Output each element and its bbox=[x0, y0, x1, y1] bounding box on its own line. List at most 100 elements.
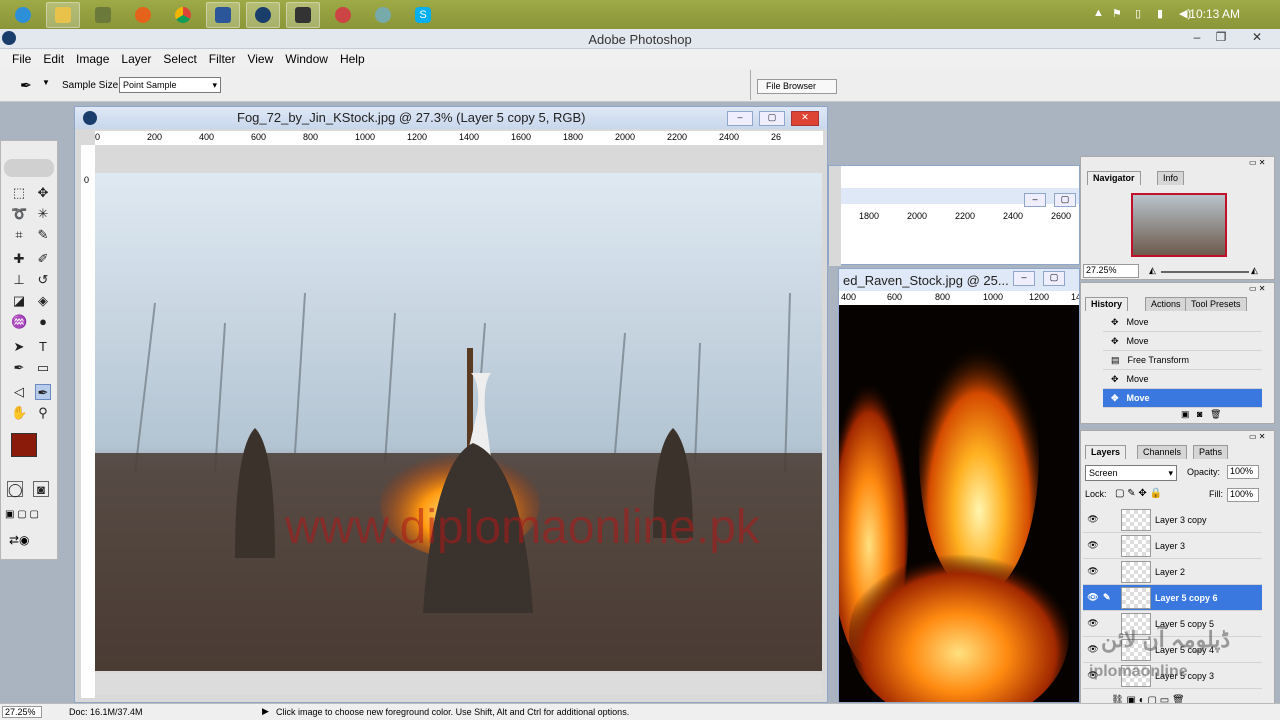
eye-icon[interactable]: 👁 bbox=[1083, 592, 1103, 603]
doc1-close-icon[interactable]: ✕ bbox=[791, 111, 819, 126]
device-icon[interactable]: ▯ bbox=[1135, 7, 1141, 20]
history-item[interactable]: ▤ Free Transform bbox=[1103, 351, 1262, 370]
brush-link-icon[interactable]: ✎ bbox=[1103, 592, 1117, 603]
standard-mode-icon[interactable]: ◯ bbox=[7, 481, 23, 497]
calculator-taskbar-icon[interactable] bbox=[86, 2, 120, 28]
history-item[interactable]: ✥ Move bbox=[1103, 370, 1262, 389]
panel-minimize-icon[interactable]: ▭ ✕ bbox=[1249, 432, 1265, 441]
tab-paths[interactable]: Paths bbox=[1193, 445, 1229, 459]
doc3-maximize-icon[interactable]: ▢ bbox=[1043, 271, 1065, 286]
tab-layers[interactable]: Layers bbox=[1085, 445, 1127, 459]
doc2-maximize-icon[interactable]: ▢ bbox=[1054, 193, 1076, 207]
eye-icon[interactable]: 👁 bbox=[1083, 644, 1103, 655]
menu-window[interactable]: Window bbox=[279, 52, 334, 66]
eyedropper-tool-icon[interactable]: ✒ bbox=[35, 384, 51, 400]
menu-view[interactable]: View bbox=[241, 52, 279, 66]
tab-tool-presets[interactable]: Tool Presets bbox=[1185, 297, 1247, 311]
eye-icon[interactable]: 👁 bbox=[1083, 566, 1103, 577]
clock[interactable]: 10:13 AM bbox=[1189, 7, 1240, 21]
screen-mode-icons[interactable]: ▣ ▢ ▢ bbox=[5, 509, 39, 520]
layer-row[interactable]: 👁 Layer 3 copy bbox=[1083, 507, 1262, 533]
history-item-selected[interactable]: ✥ Move bbox=[1103, 389, 1262, 408]
brush-tool-icon[interactable]: ✐ bbox=[35, 251, 51, 267]
menu-select[interactable]: Select bbox=[157, 52, 202, 66]
zoom-slider[interactable] bbox=[1161, 271, 1249, 273]
tab-actions[interactable]: Actions bbox=[1145, 297, 1187, 311]
status-zoom-field[interactable]: 27.25% bbox=[2, 706, 42, 718]
fire-image[interactable] bbox=[839, 305, 1080, 703]
layer-row-selected[interactable]: 👁 ✎ Layer 5 copy 6 bbox=[1083, 585, 1262, 611]
document-window-3[interactable]: ed_Raven_Stock.jpg @ 25... 400 600 800 1… bbox=[838, 268, 1080, 703]
explorer-taskbar-icon[interactable] bbox=[46, 1, 80, 28]
network-icon[interactable]: ▮ bbox=[1157, 7, 1163, 20]
fill-field[interactable]: 100% bbox=[1227, 488, 1259, 502]
chevron-right-icon[interactable]: ▶ bbox=[262, 706, 269, 717]
crop-tool-icon[interactable]: ⌗ bbox=[11, 227, 27, 243]
type-tool-icon[interactable]: T bbox=[35, 339, 51, 355]
firefox-taskbar-icon[interactable] bbox=[126, 2, 160, 28]
chrome-taskbar-icon[interactable] bbox=[166, 2, 200, 28]
menu-edit[interactable]: Edit bbox=[37, 52, 70, 66]
zoom-tool-icon[interactable]: ⚲ bbox=[35, 405, 51, 421]
quick-mask-icon[interactable]: ◙ bbox=[33, 481, 49, 497]
zoom-in-icon[interactable]: ◭ bbox=[1251, 265, 1258, 276]
tab-navigator[interactable]: Navigator bbox=[1087, 171, 1141, 185]
opacity-field[interactable]: 100% bbox=[1227, 465, 1259, 479]
media-taskbar-icon[interactable] bbox=[366, 2, 400, 28]
zoom-out-icon[interactable]: ◭ bbox=[1149, 265, 1156, 276]
eye-icon[interactable]: 👁 bbox=[1083, 514, 1103, 525]
skype-taskbar-icon[interactable]: S bbox=[406, 2, 440, 28]
layer-row[interactable]: 👁 Layer 3 bbox=[1083, 533, 1262, 559]
eye-icon[interactable]: 👁 bbox=[1083, 618, 1103, 629]
doc1-maximize-icon[interactable]: ▢ bbox=[759, 111, 785, 126]
lasso-tool-icon[interactable]: ➰ bbox=[11, 206, 27, 222]
navigator-zoom-field[interactable]: 27.25% bbox=[1083, 264, 1139, 278]
panel-minimize-icon[interactable]: ▭ ✕ bbox=[1249, 158, 1265, 167]
minimize-icon[interactable]: – bbox=[1186, 30, 1208, 47]
paint-taskbar-icon[interactable] bbox=[326, 2, 360, 28]
photoshop-taskbar-icon[interactable] bbox=[246, 1, 280, 28]
chevron-up-icon[interactable]: ▲ bbox=[1093, 7, 1104, 19]
forest-fire-image[interactable]: www.diplomaonline.pk bbox=[95, 173, 822, 671]
doc2-minimize-icon[interactable]: – bbox=[1024, 193, 1046, 207]
stamp-tool-icon[interactable]: ⊥ bbox=[11, 272, 27, 288]
word-taskbar-icon[interactable] bbox=[206, 1, 240, 28]
history-brush-icon[interactable]: ↺ bbox=[35, 272, 51, 288]
eye-icon[interactable]: 👁 bbox=[1083, 540, 1103, 551]
lock-icons[interactable]: ▢ ✎ ✥ 🔒 bbox=[1115, 488, 1162, 499]
slice-tool-icon[interactable]: ✎ bbox=[35, 227, 51, 243]
jump-to-imageready-icon[interactable]: ⇄◉ bbox=[9, 533, 30, 547]
dodge-tool-icon[interactable]: ● bbox=[35, 314, 51, 330]
layer-row[interactable]: 👁 Layer 2 bbox=[1083, 559, 1262, 585]
file-browser-tab[interactable]: File Browser bbox=[757, 79, 837, 94]
flag-icon[interactable]: ⚑ bbox=[1112, 7, 1122, 20]
panel-minimize-icon[interactable]: ▭ ✕ bbox=[1249, 284, 1265, 293]
doc1-minimize-icon[interactable]: – bbox=[727, 111, 753, 126]
shape-tool-icon[interactable]: ▭ bbox=[35, 360, 51, 376]
history-item[interactable]: ✥ Move bbox=[1103, 332, 1262, 351]
menu-help[interactable]: Help bbox=[334, 52, 371, 66]
navigator-preview[interactable] bbox=[1131, 193, 1227, 257]
notes-tool-icon[interactable]: ◁ bbox=[11, 384, 27, 400]
blend-mode-select[interactable]: Screen ▾ bbox=[1085, 465, 1177, 481]
chevron-down-icon[interactable]: ▼ bbox=[42, 78, 50, 87]
healing-brush-icon[interactable]: ✚ bbox=[11, 251, 27, 267]
doc3-minimize-icon[interactable]: – bbox=[1013, 271, 1035, 286]
path-select-icon[interactable]: ➤ bbox=[11, 339, 27, 355]
sample-size-select[interactable]: Point Sample ▾ bbox=[119, 77, 221, 93]
document-window-2[interactable]: 1800 2000 2200 2400 2600 bbox=[828, 165, 1080, 266]
eyedropper-icon[interactable]: ✒ bbox=[20, 77, 32, 94]
close-icon[interactable]: ✕ bbox=[1242, 30, 1272, 47]
ie-taskbar-icon[interactable] bbox=[6, 2, 40, 28]
app-taskbar-icon[interactable] bbox=[286, 1, 320, 28]
history-footer-icons[interactable]: ▣ ◙ 🗑 bbox=[1181, 409, 1221, 420]
magic-wand-icon[interactable]: ✳ bbox=[35, 206, 51, 222]
status-doc-size[interactable]: Doc: 16.1M/37.4M bbox=[69, 707, 143, 717]
hand-tool-icon[interactable]: ✋ bbox=[11, 405, 27, 421]
tool-header-icon[interactable] bbox=[4, 159, 54, 177]
move-tool-icon[interactable]: ✥ bbox=[35, 185, 51, 201]
tab-channels[interactable]: Channels bbox=[1137, 445, 1188, 459]
document-window-main[interactable]: Fog_72_by_Jin_KStock.jpg @ 27.3% (Layer … bbox=[74, 106, 828, 703]
tab-history[interactable]: History bbox=[1085, 297, 1129, 311]
foreground-color-swatch[interactable] bbox=[11, 433, 37, 457]
